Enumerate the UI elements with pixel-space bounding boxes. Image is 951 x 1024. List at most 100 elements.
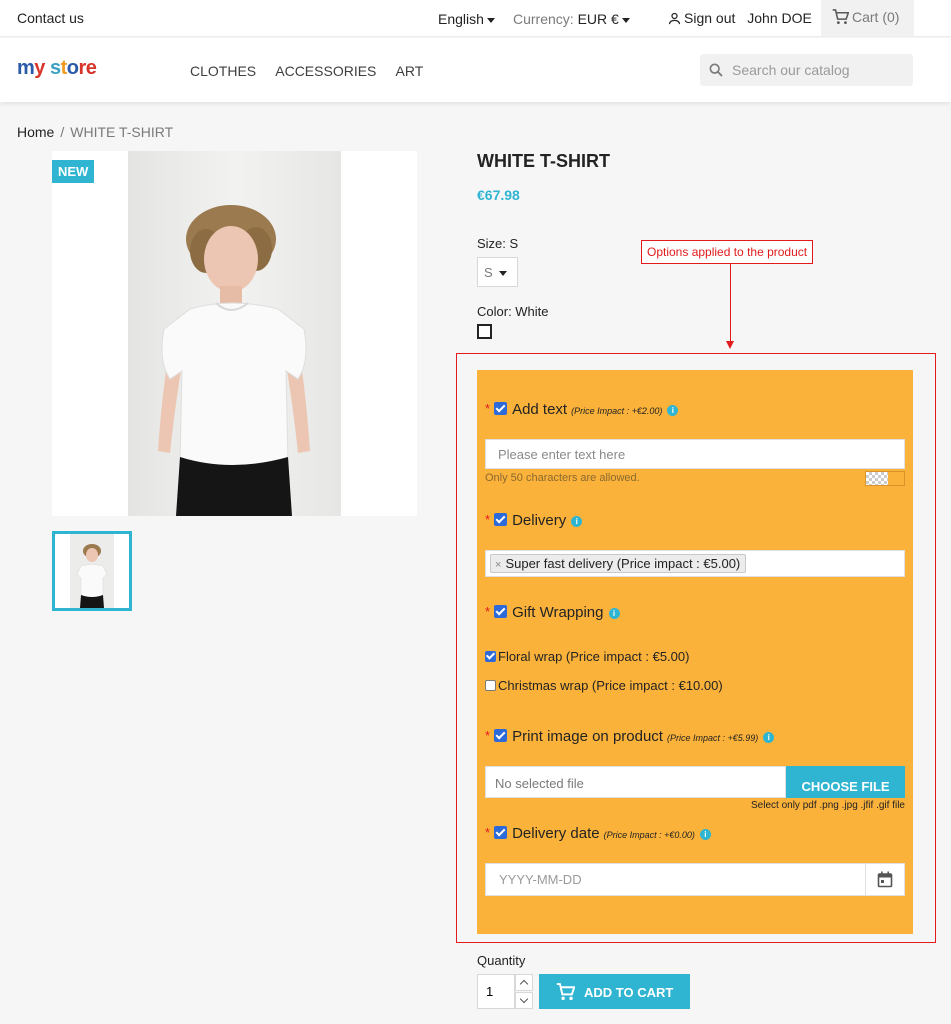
annotation-line xyxy=(730,264,731,342)
option-print-image-title: * Print image on product (Price Impact : +… xyxy=(485,728,775,745)
add-to-cart-label: ADD TO CART xyxy=(584,984,674,1000)
annotation-arrow-icon xyxy=(726,341,734,349)
product-photo xyxy=(128,151,341,516)
option-add-text-label: Add text xyxy=(512,401,568,418)
calendar-icon xyxy=(877,871,893,888)
product-thumbnail[interactable] xyxy=(52,531,132,611)
option-print-image-checkbox[interactable] xyxy=(494,729,508,742)
currency-selector[interactable]: Currency: EUR € xyxy=(513,11,630,27)
product-title: WHITE T-SHIRT xyxy=(477,151,610,171)
currency-value: EUR € xyxy=(577,11,619,27)
size-label: Size: S xyxy=(477,236,519,251)
search-box xyxy=(700,54,913,86)
floral-wrap-label: Floral wrap (Price impact : €5.00) xyxy=(498,649,690,664)
option-gift-wrapping-label: Gift Wrapping xyxy=(512,604,604,621)
info-icon[interactable]: i xyxy=(608,608,620,619)
text-color-picker[interactable] xyxy=(865,471,905,486)
info-icon[interactable]: i xyxy=(667,405,679,416)
delivery-selected-tag: × Super fast delivery (Price impact : €5.… xyxy=(490,554,747,573)
file-name-field[interactable]: No selected file xyxy=(485,766,786,798)
product-options-panel: * Add text(Price Impact : +€2.00) i Only 5… xyxy=(477,370,913,934)
currency-label: Currency: xyxy=(513,11,574,27)
info-icon[interactable]: i xyxy=(699,829,711,840)
option-print-image-impact: (Price Impact : +€5.99) xyxy=(666,733,759,743)
quantity-down-icon[interactable] xyxy=(515,992,533,1009)
option-add-text-title: * Add text (Price Impact : +€2.00) i xyxy=(485,401,679,418)
file-type-hint: Select only pdf .png .jpg .jfif .gif fil… xyxy=(751,800,905,811)
sign-out-label: Sign out xyxy=(684,10,736,26)
quantity-input[interactable] xyxy=(477,974,515,1009)
required-mark: * xyxy=(485,825,491,840)
delivery-tag-label: Super fast delivery (Price impact : €5.0… xyxy=(505,556,741,571)
option-gift-wrapping-title: * Gift Wrapping i xyxy=(485,604,620,621)
breadcrumb: Home / WHITE T-SHIRT xyxy=(17,124,173,140)
chevron-down-icon xyxy=(621,17,630,23)
nav-item-art[interactable]: ART xyxy=(396,63,424,79)
option-gift-wrapping-checkbox[interactable] xyxy=(494,605,508,618)
size-select[interactable]: S xyxy=(477,257,518,287)
language-selector[interactable]: English xyxy=(438,11,495,27)
gift-choice-christmas[interactable]: Christmas wrap (Price impact : €10.00) xyxy=(485,678,723,693)
store-logo[interactable]: my store xyxy=(17,57,97,80)
top-bar: Contact us English Currency: EUR € Sign … xyxy=(0,0,951,37)
option-add-text-checkbox[interactable] xyxy=(494,402,508,415)
add-to-cart-button[interactable]: ADD TO CART xyxy=(539,974,690,1009)
nav-item-accessories[interactable]: ACCESSORIES xyxy=(275,63,376,79)
cart-label: Cart (0) xyxy=(852,9,900,25)
breadcrumb-separator: / xyxy=(60,124,65,140)
option-delivery-date-title: * Delivery date (Price Impact : +€0.00) i xyxy=(485,825,711,842)
account-link[interactable]: John DOE xyxy=(747,10,812,26)
add-text-input[interactable] xyxy=(485,439,905,469)
product-main-image[interactable]: NEW xyxy=(52,151,417,516)
new-badge: NEW xyxy=(52,160,95,183)
chevron-down-icon xyxy=(486,17,495,23)
file-upload: No selected file CHOOSE FILE xyxy=(485,766,905,798)
sign-out-link[interactable]: Sign out xyxy=(667,10,739,26)
color-swatch-white[interactable] xyxy=(477,324,492,339)
required-mark: * xyxy=(485,401,491,416)
tag-remove-icon[interactable]: × xyxy=(495,559,501,571)
gift-choice-floral[interactable]: Floral wrap (Price impact : €5.00) xyxy=(485,649,689,664)
nav-item-clothes[interactable]: CLOTHES xyxy=(190,63,256,79)
delivery-date-field xyxy=(485,863,905,896)
option-delivery-date-checkbox[interactable] xyxy=(494,826,508,839)
required-mark: * xyxy=(485,512,491,527)
breadcrumb-home[interactable]: Home xyxy=(17,124,54,140)
info-icon[interactable]: i xyxy=(571,516,583,527)
language-value: English xyxy=(438,11,484,27)
option-print-image-label: Print image on product xyxy=(512,728,663,745)
product-price: €67.98 xyxy=(477,187,520,203)
option-delivery-date-label: Delivery date xyxy=(512,825,600,842)
user-area: Sign out John DOE xyxy=(667,10,812,26)
search-icon[interactable] xyxy=(708,62,724,78)
quantity-up-icon[interactable] xyxy=(515,974,533,991)
option-delivery-title: * Delivery i xyxy=(485,512,583,529)
thumbnail-photo xyxy=(70,534,114,608)
color-label: Color: White xyxy=(477,304,549,319)
site-header: my store CLOTHES ACCESSORIES ART xyxy=(0,38,951,102)
user-icon xyxy=(668,12,681,25)
delivery-select[interactable]: × Super fast delivery (Price impact : €5.… xyxy=(485,550,905,577)
required-mark: * xyxy=(485,604,491,619)
option-delivery-date-impact: (Price Impact : +€0.00) xyxy=(603,830,695,840)
quantity-label: Quantity xyxy=(477,953,526,968)
search-input[interactable] xyxy=(732,60,907,80)
contact-us-link[interactable]: Contact us xyxy=(17,10,84,26)
cart-icon xyxy=(556,982,576,1000)
info-icon[interactable]: i xyxy=(763,732,775,743)
option-delivery-label: Delivery xyxy=(512,512,567,529)
christmas-wrap-label: Christmas wrap (Price impact : €10.00) xyxy=(498,678,723,693)
add-text-hint: Only 50 characters are allowed. xyxy=(485,472,640,484)
breadcrumb-current: WHITE T-SHIRT xyxy=(70,124,174,140)
christmas-wrap-checkbox[interactable] xyxy=(485,680,496,691)
required-mark: * xyxy=(485,728,491,743)
choose-file-button[interactable]: CHOOSE FILE xyxy=(786,766,905,798)
calendar-button[interactable] xyxy=(865,864,904,895)
quantity-stepper xyxy=(477,974,533,1009)
floral-wrap-checkbox[interactable] xyxy=(485,651,496,662)
cart-icon xyxy=(832,9,850,25)
delivery-date-input[interactable] xyxy=(486,864,866,895)
option-delivery-checkbox[interactable] xyxy=(494,513,508,526)
cart-button[interactable]: Cart (0) xyxy=(821,0,914,37)
chevron-down-icon xyxy=(498,271,507,277)
